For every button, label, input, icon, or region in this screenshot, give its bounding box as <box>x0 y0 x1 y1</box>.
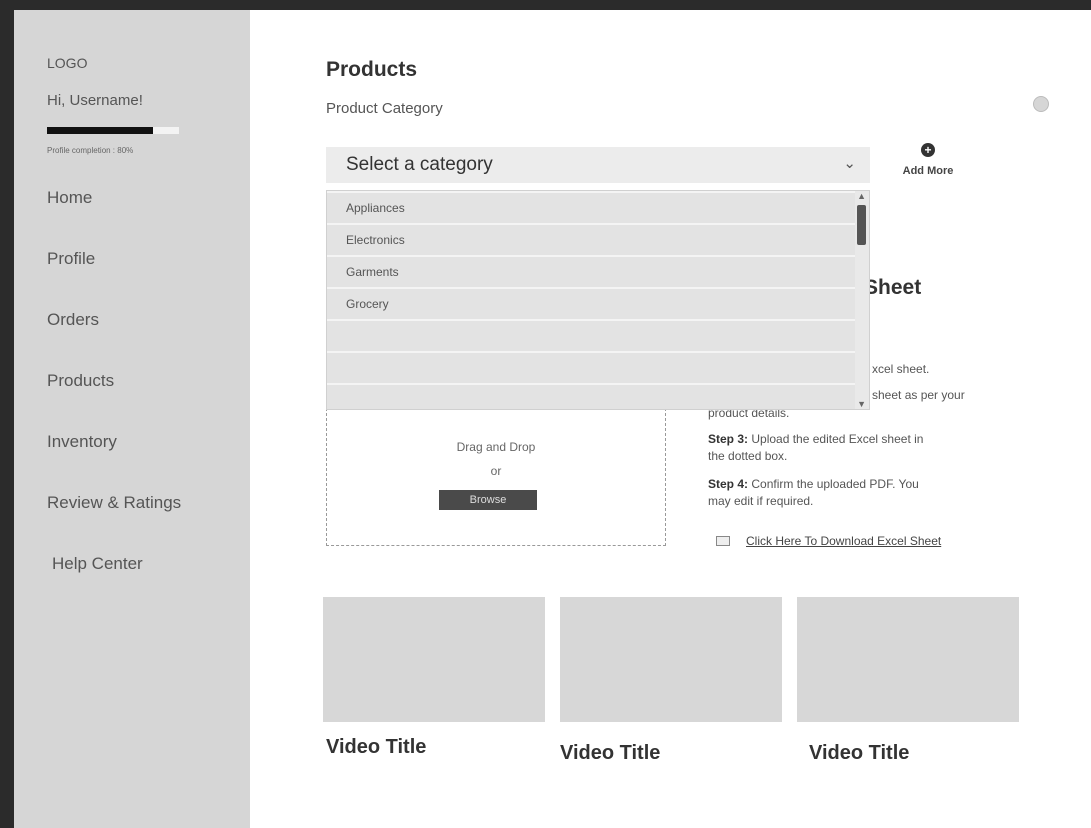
profile-progress-bar <box>47 127 179 134</box>
video-title[interactable]: Video Title <box>560 742 660 765</box>
download-excel-link[interactable]: Click Here To Download Excel Sheet <box>746 534 941 548</box>
video-thumbnail[interactable] <box>797 597 1019 722</box>
logo: LOGO <box>47 55 88 71</box>
dropdown-option[interactable] <box>327 353 869 383</box>
dropdown-option[interactable]: Grocery <box>327 289 869 319</box>
dropdown-scrollbar[interactable]: ▲ ▼ <box>855 191 869 409</box>
step-3-body: Upload the edited Excel sheet in <box>748 432 924 446</box>
sidebar-item-help-center[interactable]: Help Center <box>52 554 143 574</box>
scrollbar-thumb[interactable] <box>857 205 866 245</box>
or-text: or <box>490 464 502 478</box>
sidebar-item-profile[interactable]: Profile <box>47 249 95 269</box>
profile-progress-text: Profile completion : 80% <box>47 146 134 155</box>
step-3-cont: the dotted box. <box>708 449 788 463</box>
step-1-tail: xcel sheet. <box>872 362 930 376</box>
sidebar-item-orders[interactable]: Orders <box>47 310 99 330</box>
add-more-button[interactable]: + Add More <box>892 143 964 179</box>
step-3-label: Step 3: <box>708 432 749 446</box>
video-thumbnail[interactable] <box>323 597 545 722</box>
dropdown-option[interactable] <box>327 321 869 351</box>
category-select-value: Select a category <box>346 154 493 175</box>
dropdown-option[interactable]: Garments <box>327 257 869 287</box>
video-title[interactable]: Video Title <box>809 742 909 765</box>
video-title[interactable]: Video Title <box>326 736 426 759</box>
sidebar-item-products[interactable]: Products <box>47 371 114 391</box>
sheet-title: Sheet <box>864 276 922 299</box>
add-more-label: Add More <box>902 165 954 177</box>
dropdown-option[interactable]: Electronics <box>327 225 869 255</box>
excel-file-icon <box>716 536 730 546</box>
category-select[interactable]: Select a category ⌄ <box>326 147 870 183</box>
page-title: Products <box>326 58 418 81</box>
product-category-label: Product Category <box>326 100 443 117</box>
app-frame: LOGO Hi, Username! Profile completion : … <box>14 10 1091 828</box>
video-thumbnail[interactable] <box>560 597 782 722</box>
sidebar: LOGO Hi, Username! Profile completion : … <box>14 10 250 828</box>
scroll-up-icon[interactable]: ▲ <box>857 191 866 201</box>
sidebar-item-reviews[interactable]: Review & Ratings <box>47 493 181 513</box>
dropdown-option[interactable]: Appliances <box>327 193 869 223</box>
sidebar-item-inventory[interactable]: Inventory <box>47 432 117 452</box>
step-4-body: Confirm the uploaded PDF. You <box>748 477 919 491</box>
step-2-tail: sheet as per your <box>872 388 965 402</box>
chevron-down-icon[interactable]: ⌄ <box>843 154 856 172</box>
step-3-text: Step 3: Upload the edited Excel sheet in <box>708 431 923 448</box>
profile-progress-fill <box>47 127 153 134</box>
settings-icon[interactable] <box>1033 96 1049 112</box>
category-dropdown-list: Appliances Electronics Garments Grocery … <box>326 190 870 410</box>
plus-icon: + <box>921 143 935 157</box>
scroll-down-icon[interactable]: ▼ <box>857 399 866 409</box>
user-greeting: Hi, Username! <box>47 92 143 109</box>
step-4-cont: may edit if required. <box>708 494 814 508</box>
sidebar-item-home[interactable]: Home <box>47 188 92 208</box>
dropdown-option[interactable] <box>327 385 869 409</box>
step-4-text: Step 4: Confirm the uploaded PDF. You <box>708 476 919 493</box>
drag-drop-text: Drag and Drop <box>456 440 536 454</box>
step-4-label: Step 4: <box>708 477 749 491</box>
upload-dropzone[interactable]: Drag and Drop or Browse <box>326 408 666 546</box>
browse-button[interactable]: Browse <box>439 490 537 510</box>
